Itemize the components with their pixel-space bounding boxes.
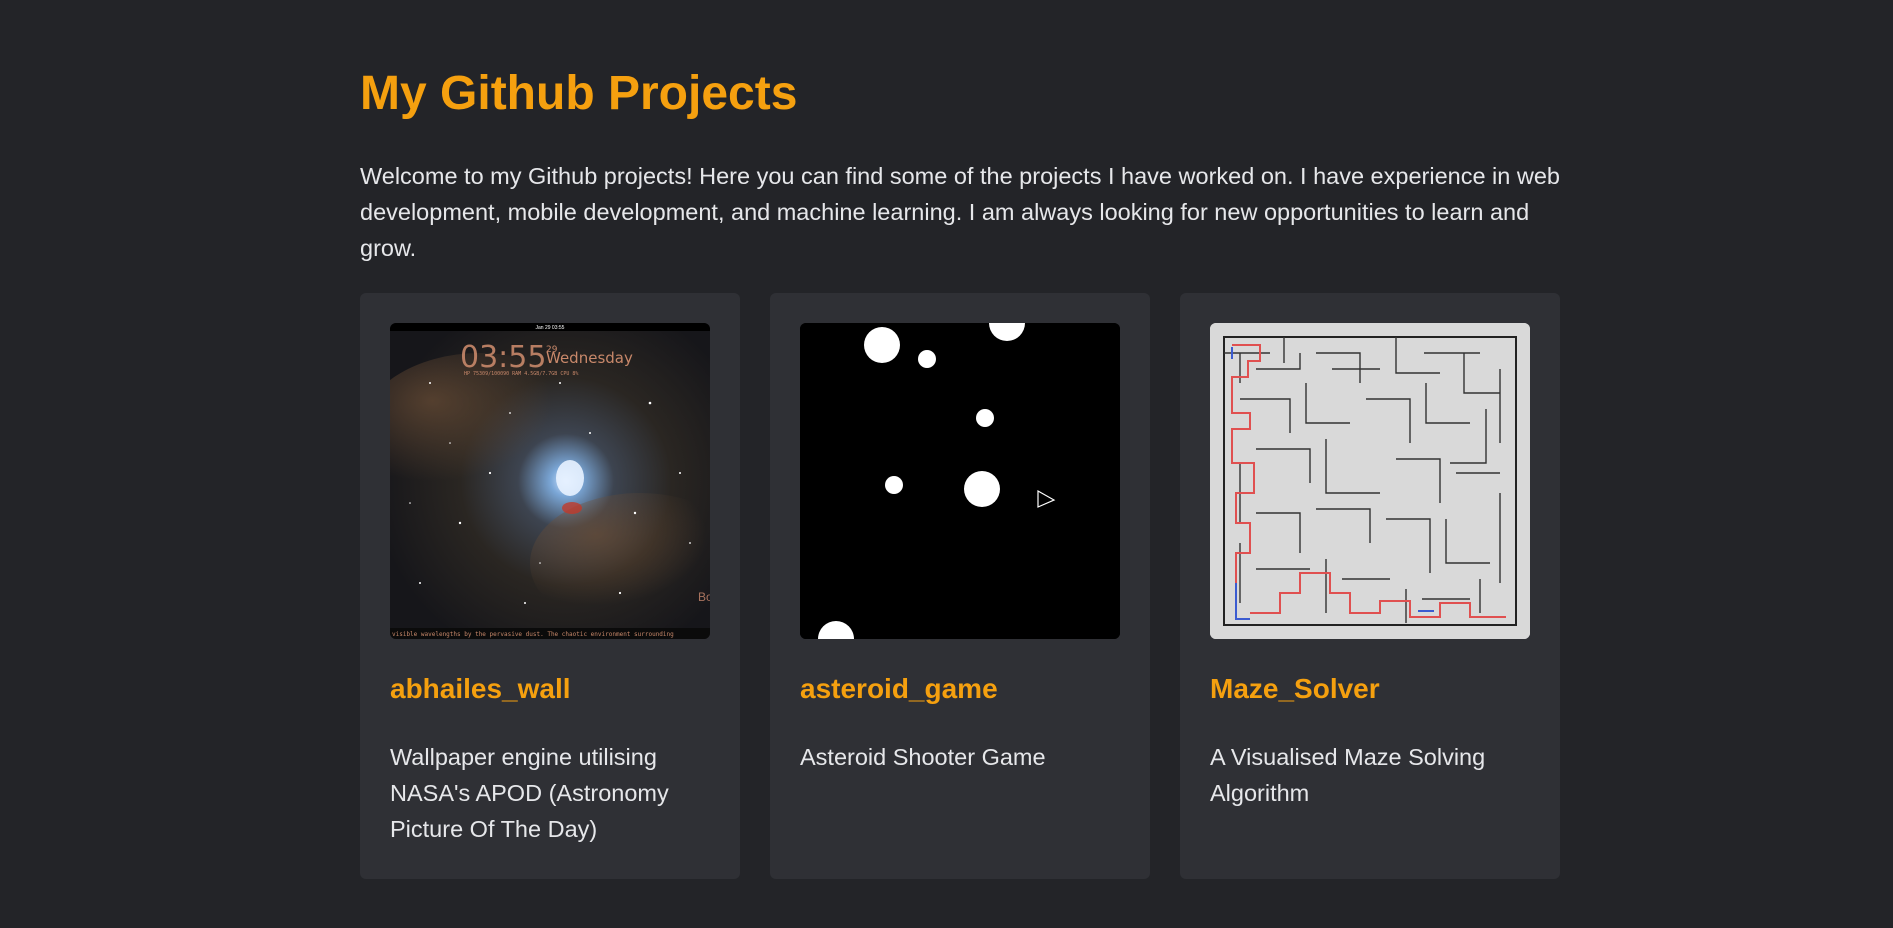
- wallpaper-topbar-text: Jan 29 03:55: [536, 325, 565, 331]
- project-card-maze-solver[interactable]: Maze_Solver A Visualised Maze Solving Al…: [1180, 293, 1560, 879]
- project-description: A Visualised Maze Solving Algorithm: [1210, 744, 1486, 806]
- project-description: Wallpaper engine utilising NASA's APOD (…: [390, 744, 669, 842]
- project-title[interactable]: Maze_Solver: [1210, 673, 1380, 705]
- page-title: My Github Projects: [360, 67, 798, 120]
- project-thumbnail-asteroid[interactable]: [800, 323, 1120, 639]
- wallpaper-corner-text: Bo: [698, 590, 710, 604]
- project-description: Asteroid Shooter Game: [800, 744, 1046, 770]
- intro-paragraph: Welcome to my Github projects! Here you …: [360, 163, 1560, 261]
- project-grid: Jan 29 03:55 03:55 29 Wednesday HP 75309…: [360, 293, 1560, 879]
- wallpaper-weekday: Wednesday: [546, 349, 633, 367]
- project-thumbnail-wallpaper[interactable]: Jan 29 03:55 03:55 29 Wednesday HP 75309…: [390, 323, 710, 639]
- wallpaper-caption: visible wavelengths by the pervasive dus…: [392, 631, 674, 638]
- wallpaper-stats: HP 75309/100090 RAM 4.5GB/7.7GB CPU 8%: [464, 371, 578, 377]
- project-thumbnail-maze[interactable]: [1210, 323, 1530, 639]
- project-title[interactable]: abhailes_wall: [390, 673, 571, 705]
- project-title[interactable]: asteroid_game: [800, 673, 998, 705]
- project-card-asteroid-game[interactable]: asteroid_game Asteroid Shooter Game: [770, 293, 1150, 879]
- wallpaper-clock: 03:55: [460, 340, 546, 375]
- project-card-abhailes-wall[interactable]: Jan 29 03:55 03:55 29 Wednesday HP 75309…: [360, 293, 740, 879]
